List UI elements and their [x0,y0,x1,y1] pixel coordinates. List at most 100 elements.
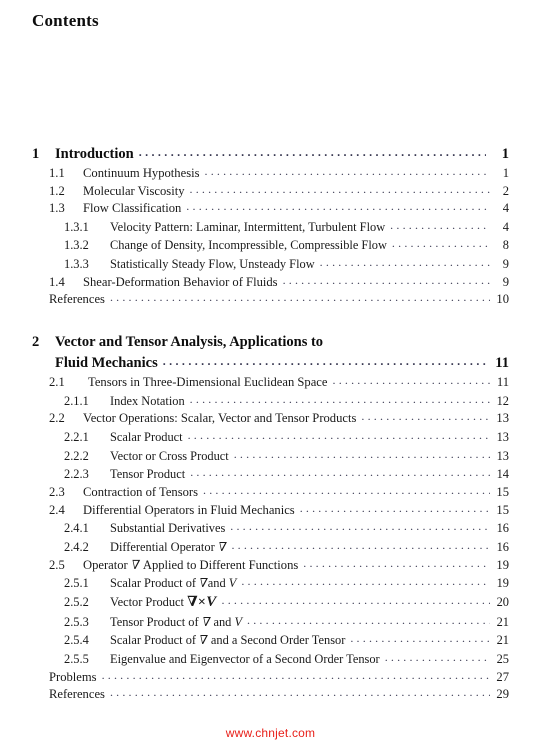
page-number: 27 [496,669,509,684]
subsection-number: 2.4.2 [64,539,89,554]
dot-leader [300,500,490,518]
nabla-icon: ∇ [216,539,228,554]
dot-leader [190,181,491,199]
page-number: 16 [496,539,509,554]
subsection-number: 1.3.1 [64,219,89,234]
chapter-entry-2-line2[interactable]: Fluid Mechanics 11 [0,353,541,374]
section-number: 1.1 [49,166,65,180]
subsection-number: 2.2.2 [64,448,89,463]
page-number: 25 [496,652,509,667]
dot-leader [234,445,490,464]
section-number: 2.5 [49,557,65,572]
chapter-page-number: 11 [495,355,509,372]
subsection-number: 2.5.3 [64,614,89,629]
page-number: 21 [496,633,509,648]
page-number: 9 [502,274,509,289]
dot-leader [230,517,490,536]
chapter-title-line1: Vector and Tensor Analysis, Applications… [55,334,324,351]
dot-leader [110,684,490,702]
page-number: 21 [496,614,509,629]
page-number: 4 [502,219,509,234]
dot-leader [283,272,490,290]
page-number: 13 [496,411,509,426]
section-label: Molecular Viscosity [83,183,185,198]
page-number: 15 [496,502,509,517]
subsection-label: Velocity Pattern: Laminar, Intermittent,… [110,219,386,234]
page-number: 15 [496,485,509,500]
chapter-number: 1 [32,146,40,162]
dot-leader [320,253,490,272]
section-number: 2.4 [49,502,65,517]
dot-leader [102,667,490,685]
page-number: 13 [496,448,509,463]
nabla-cross-v-expression: ∇×V [187,593,217,610]
nabla-icon: ∇ [198,576,209,591]
page-number: 2 [502,183,509,198]
chapter-entry-2-line1[interactable]: 2 Vector and Tensor Analysis, Application… [0,332,541,353]
dot-leader [392,234,490,253]
page-number: 16 [496,521,509,536]
dot-leader [110,289,490,307]
page-number: 13 [496,429,509,444]
dot-leader [303,555,490,573]
backmatter-label: References [49,292,105,307]
section-number: 1.4 [49,274,65,289]
nabla-icon: ∇ [187,594,198,610]
dot-leader [203,482,490,500]
dot-leader [190,463,490,482]
dot-leader [390,216,490,235]
dot-leader [241,572,490,591]
subsection-number: 2.5.1 [64,576,89,591]
section-label: Flow Classification [83,201,182,216]
dot-leader [361,408,490,426]
subsection-label: Differential Operator ∇ [110,538,228,557]
subsection-label: Vector Product ∇×V [110,593,217,610]
subsection-label: Scalar Product of ∇and V [110,574,236,593]
subsection-number: 2.5.2 [64,594,89,609]
page-number: 9 [502,257,509,272]
dot-leader [247,611,490,630]
dot-leader [163,351,486,372]
subsection-number: 2.2.1 [64,429,89,444]
page-number: 10 [496,292,509,307]
dot-leader [186,198,490,216]
section-number: 2.2 [49,411,65,426]
subsection-number: 2.2.3 [64,467,89,482]
section-label: Continuum Hypothesis [83,166,200,180]
subsection-label: Scalar Product [110,429,183,444]
subsection-label: Index Notation [110,393,185,408]
page-number: 12 [496,393,509,408]
toc-entry-2-references[interactable]: References 29 [0,686,541,704]
nabla-icon: ∇ [200,614,212,629]
dot-leader [190,390,490,409]
subsection-number: 2.5.4 [64,633,89,648]
chapter-block-1: 1 Introduction 1 1.1 Continuum Hypothesi… [0,144,541,309]
dot-leader [188,426,490,445]
chapter-separator [0,309,541,332]
subsection-number: 1.3.2 [64,238,89,253]
page-number: 11 [496,375,509,390]
page-title: Contents [32,11,99,30]
subsection-label: Tensor Product of ∇ and V [110,613,242,632]
subsection-label: Tensor Product [110,467,186,482]
chapter-entry-1[interactable]: 1 Introduction 1 [0,144,541,165]
page-number: 19 [496,557,509,572]
toc-page: Contents 1 Introduction 1 1.1 Continuum … [0,0,541,747]
dot-leader [231,536,490,555]
table-of-contents: 1 Introduction 1 1.1 Continuum Hypothesi… [0,144,541,704]
section-number: 2.3 [49,485,65,500]
chapter-block-2: 2 Vector and Tensor Analysis, Application… [0,332,541,704]
velocity-variable: V [206,593,217,610]
velocity-variable: V [228,576,237,591]
subsection-label: Substantial Derivatives [110,521,226,536]
site-watermark: www.chnjet.com [225,726,316,740]
subsection-label: Scalar Product of ∇ and a Second Order T… [110,631,345,650]
page-number: 14 [496,467,509,482]
page-number: 20 [496,594,509,609]
chapter-number: 2 [32,334,40,351]
toc-entry-1-references[interactable]: References 10 [0,291,541,309]
chapter-title-line2: Fluid Mechanics [55,355,158,372]
section-number: 1.2 [49,183,65,198]
backmatter-label: References [49,687,105,702]
dot-leader [350,629,490,648]
